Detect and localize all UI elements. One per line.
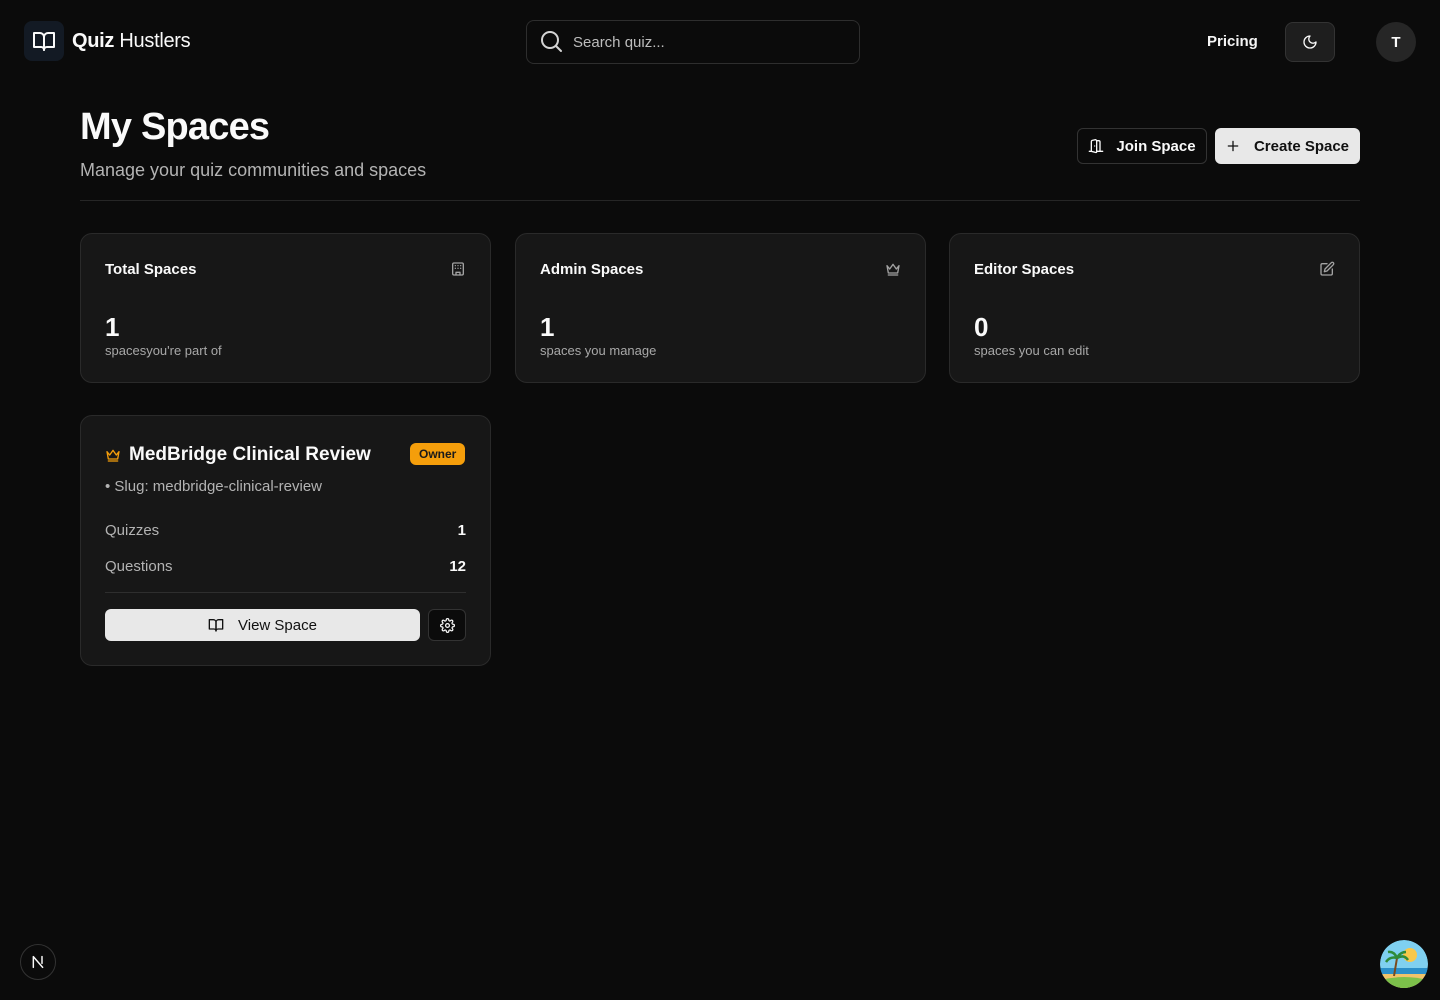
stat-card-editor: Editor Spaces 0 spaces you can edit	[949, 233, 1360, 383]
crown-icon	[106, 449, 120, 462]
stat-title: Total Spaces	[105, 261, 197, 278]
book-open-icon	[24, 21, 64, 61]
moon-icon	[1303, 35, 1317, 49]
header-divider	[80, 200, 1360, 201]
search-input[interactable]	[573, 33, 833, 51]
stat-card-admin: Admin Spaces 1 spaces you manage	[515, 233, 926, 383]
beach-avatar-icon[interactable]	[1380, 940, 1428, 988]
door-icon	[1089, 139, 1104, 154]
view-space-button[interactable]: View Space	[105, 609, 420, 641]
space-slug: • Slug: medbridge-clinical-review	[105, 478, 323, 495]
book-open-icon	[208, 619, 224, 632]
space-name: MedBridge Clinical Review	[129, 444, 371, 465]
plus-icon	[1227, 140, 1239, 152]
page-title: My Spaces	[80, 106, 270, 148]
search-box[interactable]	[526, 20, 860, 64]
join-space-label: Join Space	[1116, 137, 1196, 155]
space-card: MedBridge Clinical Review Owner • Slug: …	[80, 415, 491, 666]
stat-title: Admin Spaces	[540, 261, 644, 278]
quizzes-label: Quizzes	[105, 522, 160, 539]
logo-link[interactable]: Quiz Hustlers	[24, 21, 191, 61]
join-space-button[interactable]: Join Space	[1077, 128, 1207, 164]
search-icon	[541, 31, 562, 52]
create-space-label: Create Space	[1253, 137, 1350, 155]
edit-icon	[1320, 261, 1335, 276]
card-divider	[105, 592, 466, 593]
questions-label: Questions	[105, 558, 173, 575]
stat-value: 1	[105, 312, 120, 342]
questions-count: 12	[449, 558, 466, 575]
top-navbar: Quiz Hustlers Pricing T	[0, 0, 1440, 84]
space-card-header: MedBridge Clinical Review	[105, 444, 371, 466]
stat-description: spacesyou're part of	[105, 343, 222, 358]
app-name: Quiz Hustlers	[72, 29, 191, 53]
app-name-bold: Quiz	[72, 29, 115, 52]
gear-icon	[439, 617, 455, 633]
stat-description: spaces you can edit	[974, 343, 1089, 358]
questions-row: Questions 12	[105, 558, 466, 575]
space-settings-button[interactable]	[428, 609, 466, 641]
crown-icon	[886, 263, 900, 276]
quizzes-row: Quizzes 1	[105, 522, 466, 539]
stat-value: 1	[540, 312, 555, 342]
theme-toggle-button[interactable]	[1285, 22, 1335, 62]
pricing-link[interactable]: Pricing	[1207, 33, 1258, 50]
building-icon	[452, 262, 464, 276]
view-space-label: View Space	[238, 616, 317, 634]
quizzes-count: 1	[457, 522, 466, 539]
page-subtitle: Manage your quiz communities and spaces	[80, 160, 427, 180]
app-name-light: Hustlers	[119, 29, 191, 52]
owner-badge: Owner	[410, 443, 466, 465]
stat-value: 0	[974, 312, 989, 342]
user-avatar[interactable]: T	[1376, 22, 1416, 62]
stat-description: spaces you manage	[540, 343, 657, 358]
nextjs-dev-indicator-icon[interactable]	[20, 944, 56, 980]
create-space-button[interactable]: Create Space	[1215, 128, 1360, 164]
stat-card-total: Total Spaces 1 spacesyou're part of	[80, 233, 491, 383]
stat-title: Editor Spaces	[974, 261, 1075, 278]
